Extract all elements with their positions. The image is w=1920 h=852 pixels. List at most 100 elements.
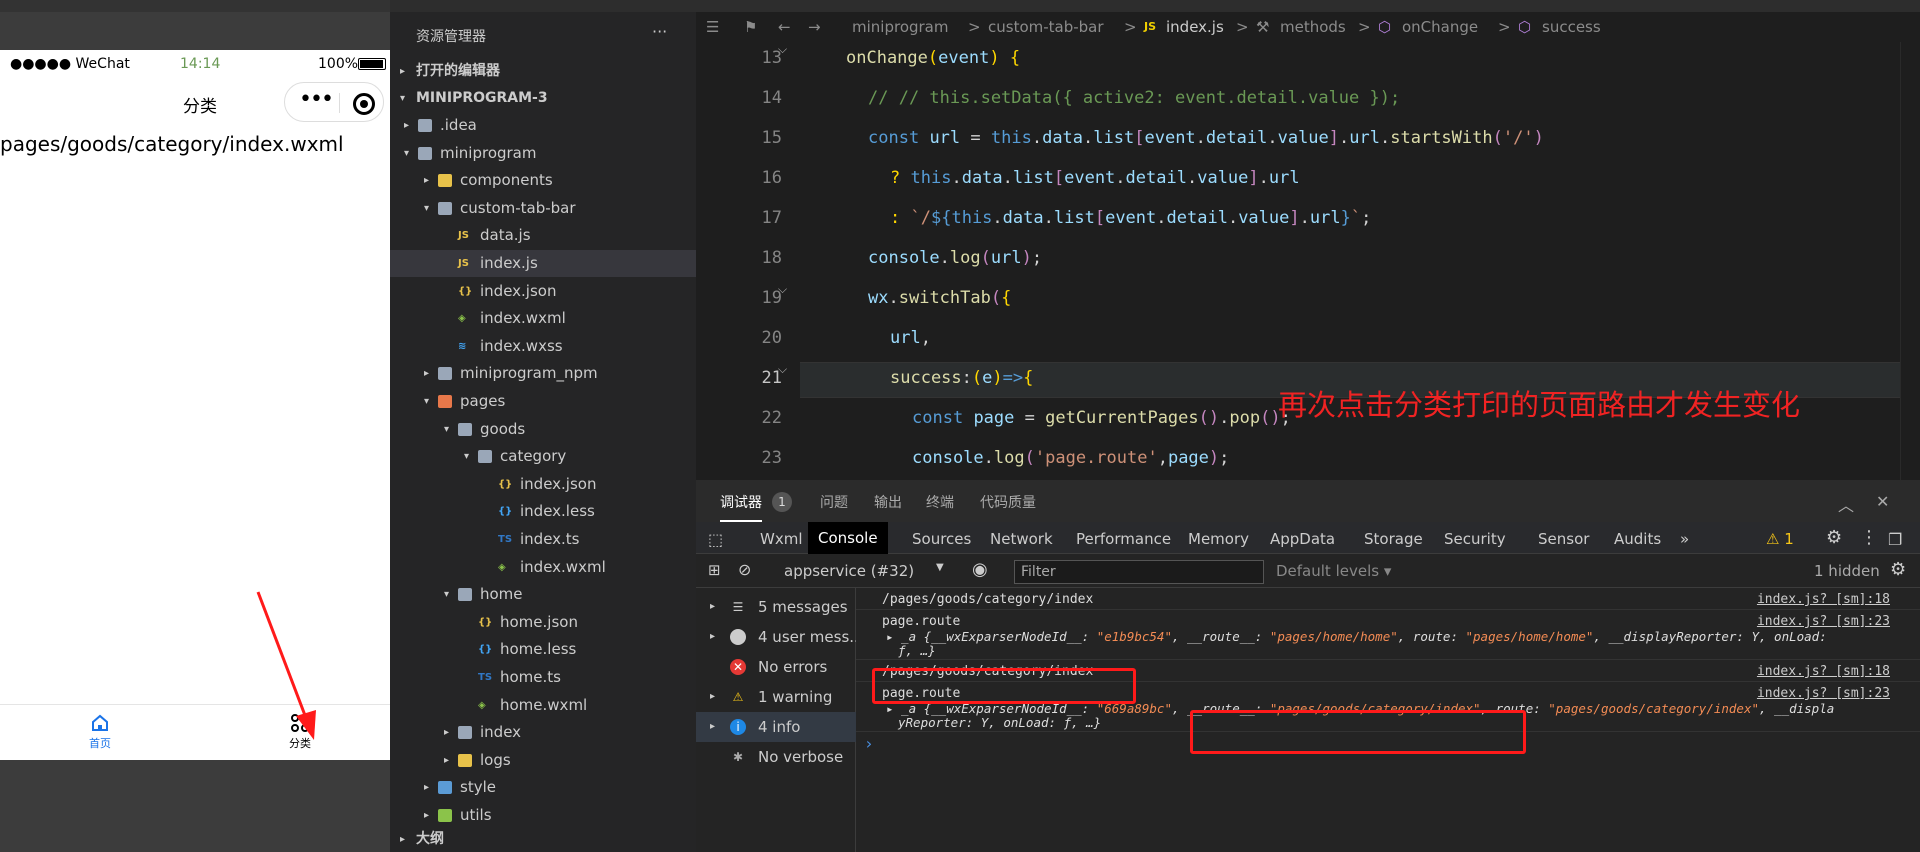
panel-sources[interactable]: Sources bbox=[912, 530, 971, 548]
panel-performance[interactable]: Performance bbox=[1076, 530, 1171, 548]
chevron-right-icon[interactable]: ▸ bbox=[404, 112, 416, 139]
console-filter-item[interactable]: ▸ ☰ 5 messages bbox=[696, 592, 856, 622]
breadcrumb-success[interactable]: success bbox=[1542, 12, 1601, 42]
source-link[interactable]: index.js? [sm]:18 bbox=[1757, 592, 1890, 607]
tree-item[interactable]: ▾ home bbox=[390, 581, 696, 608]
console-filter-item[interactable]: ▸ i 4 info bbox=[696, 712, 856, 742]
source-link[interactable]: index.js? [sm]:18 bbox=[1757, 664, 1890, 679]
tree-item[interactable]: ▾ miniprogram bbox=[390, 140, 696, 167]
chevron-right-icon[interactable]: ▸ bbox=[710, 592, 715, 622]
breadcrumb-index-js[interactable]: index.js bbox=[1166, 12, 1224, 42]
panel-network[interactable]: Network bbox=[990, 530, 1053, 548]
tree-item[interactable]: ◈ index.wxml bbox=[390, 554, 696, 581]
chevron-down-icon[interactable]: ▼ bbox=[936, 562, 944, 573]
chevron-down-icon[interactable]: ▾ bbox=[404, 140, 416, 167]
chevron-right-icon[interactable]: ▸ bbox=[710, 622, 715, 652]
outline-section[interactable]: ▸ 大纲 bbox=[390, 826, 696, 852]
log-levels-select[interactable]: Default levels ▾ bbox=[1276, 562, 1391, 580]
tree-item[interactable]: {} home.less bbox=[390, 636, 696, 663]
tree-item[interactable]: ▾ category bbox=[390, 443, 696, 470]
tab-code-quality[interactable]: 代码质量 bbox=[980, 492, 1036, 512]
chevron-down-icon[interactable]: ▾ bbox=[444, 416, 456, 443]
tab-debugger[interactable]: 调试器 bbox=[720, 492, 762, 522]
console-prompt[interactable]: › bbox=[864, 734, 874, 753]
chevron-right-icon[interactable]: ▸ bbox=[424, 167, 436, 194]
tree-item[interactable]: ▾ goods bbox=[390, 416, 696, 443]
chevron-right-icon[interactable]: ▸ bbox=[444, 747, 456, 774]
inspect-icon[interactable]: ⬚ bbox=[708, 530, 723, 549]
chevron-right-icon[interactable]: ▸ bbox=[424, 774, 436, 801]
clear-console-icon[interactable]: ⊘ bbox=[738, 560, 751, 579]
close-icon[interactable]: ✕ bbox=[1876, 492, 1889, 511]
tree-item[interactable]: JS index.js bbox=[390, 250, 696, 277]
gear-icon[interactable]: ⚙ bbox=[1826, 527, 1842, 548]
tree-item[interactable]: ▾ custom-tab-bar bbox=[390, 195, 696, 222]
warning-count[interactable]: ⚠ 1 bbox=[1766, 530, 1794, 548]
breadcrumb-methods[interactable]: methods bbox=[1280, 12, 1346, 42]
eye-icon[interactable]: ◉ bbox=[972, 559, 988, 580]
tree-item[interactable]: ▸ logs bbox=[390, 747, 696, 774]
chevron-down-icon[interactable]: ▾ bbox=[424, 195, 436, 222]
source-link[interactable]: index.js? [sm]:23 bbox=[1757, 686, 1890, 701]
tree-item[interactable]: JS data.js bbox=[390, 222, 696, 249]
tree-item[interactable]: TS home.ts bbox=[390, 664, 696, 691]
gear-icon[interactable]: ⚙ bbox=[1890, 559, 1906, 580]
tree-item[interactable]: ◈ home.wxml bbox=[390, 692, 696, 719]
tree-item[interactable]: ▸ index bbox=[390, 719, 696, 746]
filter-input[interactable]: Filter bbox=[1014, 560, 1264, 584]
chevron-right-icon[interactable]: ▸ bbox=[424, 802, 436, 829]
chevron-down-icon[interactable]: ▾ bbox=[444, 581, 456, 608]
chevron-up-icon[interactable]: ︿ bbox=[1838, 492, 1854, 516]
panel-appdata[interactable]: AppData bbox=[1270, 530, 1335, 548]
tree-item[interactable]: {} index.less bbox=[390, 498, 696, 525]
tree-item[interactable]: {} index.json bbox=[390, 278, 696, 305]
panel-security[interactable]: Security bbox=[1444, 530, 1506, 548]
chevron-right-icon[interactable]: ▸ bbox=[710, 712, 715, 742]
console-filter-item[interactable]: ✕ No errors bbox=[696, 652, 856, 682]
sidebar-toggle-icon[interactable]: ⊞ bbox=[708, 561, 721, 579]
panel-storage[interactable]: Storage bbox=[1364, 530, 1423, 548]
breadcrumb-onchange[interactable]: onChange bbox=[1402, 12, 1478, 42]
chevron-down-icon[interactable]: ▾ bbox=[424, 388, 436, 415]
list-icon[interactable]: ☰ bbox=[706, 12, 719, 42]
tree-item[interactable]: ▸ utils bbox=[390, 802, 696, 829]
console-filter-item[interactable]: ▸ ⚠ 1 warning bbox=[696, 682, 856, 712]
breadcrumb-miniprogram[interactable]: miniprogram bbox=[852, 12, 948, 42]
tree-item[interactable]: {} index.json bbox=[390, 471, 696, 498]
close-target-icon[interactable] bbox=[353, 93, 375, 115]
bookmark-icon[interactable]: ⚑ bbox=[744, 12, 757, 42]
context-select[interactable]: appservice (#32) bbox=[784, 562, 914, 580]
menu-capsule[interactable]: ••• bbox=[284, 82, 384, 122]
tree-item[interactable]: ≋ index.wxss bbox=[390, 333, 696, 360]
tab-problems[interactable]: 问题 bbox=[820, 492, 848, 512]
tree-item[interactable]: {} home.json bbox=[390, 609, 696, 636]
tree-item[interactable]: TS index.ts bbox=[390, 526, 696, 553]
explorer-more-button[interactable]: ··· bbox=[652, 22, 667, 41]
tree-item[interactable]: ◈ index.wxml bbox=[390, 305, 696, 332]
open-editors-section[interactable]: ▸ 打开的编辑器 bbox=[390, 58, 696, 85]
breadcrumb-custom-tab-bar[interactable]: custom-tab-bar bbox=[988, 12, 1104, 42]
chevron-right-icon[interactable]: ▸ bbox=[424, 360, 436, 387]
more-panels-button[interactable]: » bbox=[1680, 530, 1689, 548]
panel-memory[interactable]: Memory bbox=[1188, 530, 1249, 548]
project-section[interactable]: ▾ MINIPROGRAM-3 bbox=[390, 85, 696, 112]
panel-wxml[interactable]: Wxml bbox=[760, 530, 803, 548]
tab-category[interactable]: 分类 bbox=[260, 713, 340, 751]
tree-item[interactable]: ▸ .idea bbox=[390, 112, 696, 139]
tab-output[interactable]: 输出 bbox=[874, 492, 902, 512]
kebab-menu-icon[interactable]: ⋮ bbox=[1860, 527, 1878, 548]
tree-item[interactable]: ▾ pages bbox=[390, 388, 696, 415]
panel-audits[interactable]: Audits bbox=[1614, 530, 1661, 548]
forward-arrow-icon[interactable]: → bbox=[808, 12, 821, 42]
tree-item[interactable]: ▸ style bbox=[390, 774, 696, 801]
console-filter-item[interactable]: ✱ No verbose bbox=[696, 742, 856, 772]
editor-scrollbar[interactable] bbox=[1900, 42, 1920, 480]
more-dots-icon[interactable]: ••• bbox=[299, 87, 334, 112]
chevron-right-icon[interactable]: ▸ bbox=[444, 719, 456, 746]
tree-item[interactable]: ▸ components bbox=[390, 167, 696, 194]
source-link[interactable]: index.js? [sm]:23 bbox=[1757, 614, 1890, 629]
chevron-down-icon[interactable]: ▾ bbox=[464, 443, 476, 470]
object-preview[interactable]: ▸ _a {__wxExparserNodeId__: "e1b9bc54", … bbox=[886, 630, 1896, 658]
fold-chevron-icon[interactable]: ⌵ bbox=[778, 282, 787, 297]
fold-chevron-icon[interactable]: ⌵ bbox=[778, 362, 787, 377]
